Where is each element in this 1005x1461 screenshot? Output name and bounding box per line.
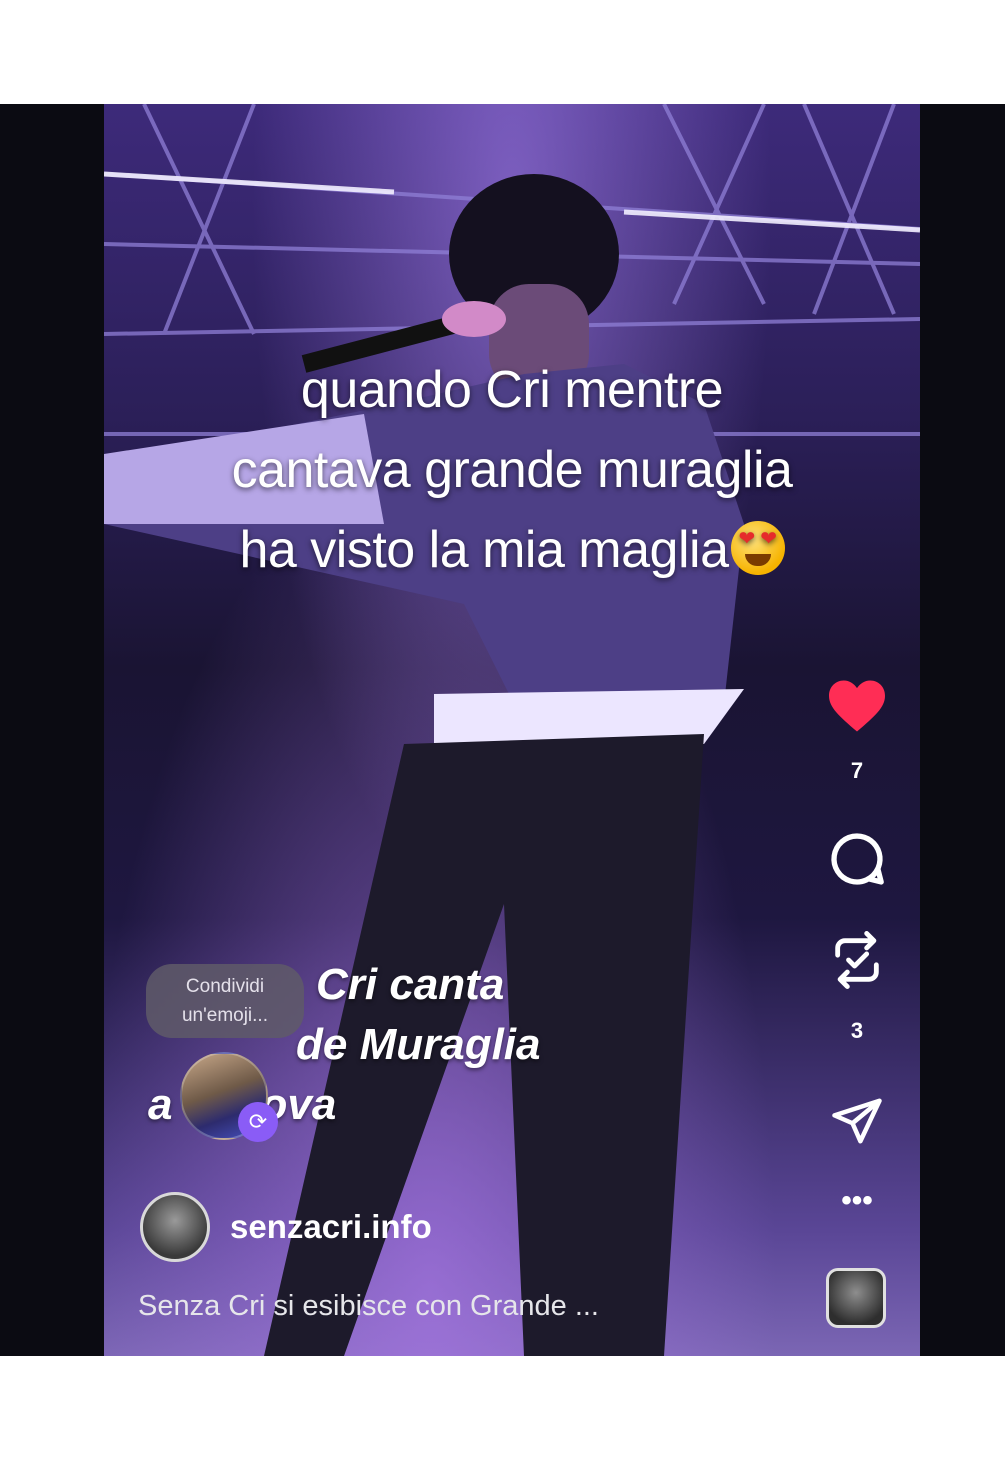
post-caption[interactable]: Senza Cri si esibisce con Grande ... bbox=[138, 1290, 599, 1323]
overlay-line-1: quando Cri mentre bbox=[300, 361, 724, 419]
like-count: 7 bbox=[850, 758, 864, 783]
more-icon: ••• bbox=[841, 1184, 873, 1217]
overlay-line-3-text: ha visto la mia maglia bbox=[239, 521, 730, 579]
username[interactable]: senzacri.info bbox=[230, 1208, 432, 1246]
heart-eyes-emoji-icon bbox=[730, 521, 785, 575]
comment-icon bbox=[831, 833, 884, 885]
overlay-line-2: cantava grande muraglia bbox=[231, 441, 793, 499]
video-content[interactable] bbox=[104, 104, 920, 1356]
repost-badge-icon: ⟳ bbox=[238, 1102, 278, 1142]
heart-icon bbox=[829, 680, 885, 732]
send-icon bbox=[832, 1098, 882, 1144]
performer-silhouette bbox=[104, 174, 744, 1356]
overlay-line-3: ha visto la mia maglia bbox=[104, 510, 920, 590]
repost-icon bbox=[835, 931, 879, 989]
comment-button[interactable] bbox=[820, 830, 894, 893]
user-avatar[interactable] bbox=[140, 1192, 210, 1262]
like-button[interactable] bbox=[820, 678, 894, 739]
repost-count: 3 bbox=[850, 1018, 864, 1043]
overlay-caption: quando Cri mentre cantava grande muragli… bbox=[104, 350, 920, 590]
share-emoji-bubble[interactable]: Condividi un'emoji... bbox=[146, 964, 304, 1038]
share-emoji-label: Condividi un'emoji... bbox=[181, 976, 268, 1026]
audio-thumbnail[interactable] bbox=[826, 1268, 886, 1328]
share-button[interactable] bbox=[820, 1094, 894, 1153]
repost-button[interactable] bbox=[820, 928, 894, 997]
more-button[interactable]: ••• bbox=[820, 1186, 894, 1216]
